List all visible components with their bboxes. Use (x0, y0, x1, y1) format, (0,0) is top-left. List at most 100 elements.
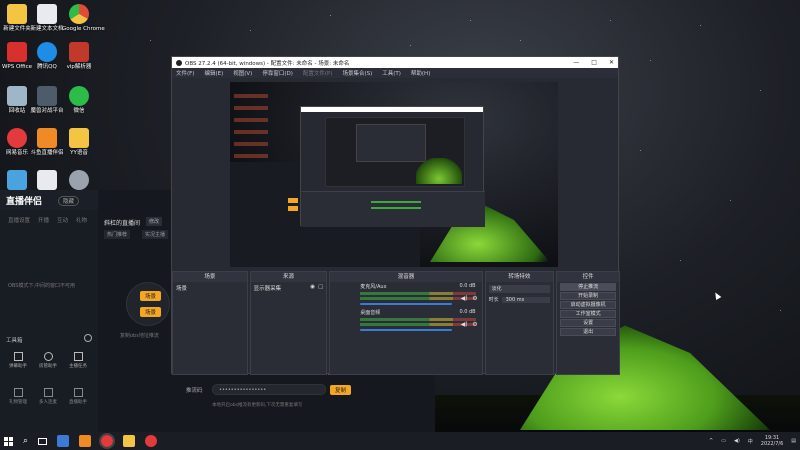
start-virtual-camera-button[interactable]: 启动虚拟摄像机 (560, 301, 616, 309)
duration-input[interactable]: 300 ms (501, 296, 551, 303)
toolbox-title: 工具箱 (6, 338, 23, 344)
taskbar-app-douyu[interactable] (79, 435, 92, 447)
taskbar-app-explorer[interactable] (57, 435, 70, 447)
eye-icon[interactable]: ◉ (310, 284, 315, 292)
taskbar-app-obs[interactable] (99, 433, 116, 449)
task-view-icon[interactable] (38, 437, 48, 445)
tool-gift-manage[interactable]: 礼物管理 (4, 388, 32, 405)
tool-manager[interactable]: 房管助手 (34, 352, 62, 369)
stream-key-hint: 本地开启obs推流有更新码,下次无需重复填写 (212, 403, 303, 408)
mixer-channel-name: 桌面音频 (360, 310, 381, 316)
desktop-icon-vip[interactable]: vip解析器 (62, 42, 96, 71)
network-icon[interactable]: ▭ (721, 438, 726, 444)
desktop-icon-yy[interactable]: YY语音 (62, 128, 96, 157)
taskbar-clock[interactable]: 19:31 2022/7/6 (761, 435, 783, 447)
desktop-icon-warcraft[interactable]: 魔兽对战平台 (30, 86, 64, 115)
start-recording-button[interactable]: 开始录制 (560, 292, 616, 300)
tool-barrage[interactable]: 弹幕助手 (4, 352, 32, 369)
tab-gifts[interactable]: 礼物 (76, 216, 87, 224)
desktop-icon-recycle[interactable]: 回收站 (0, 86, 34, 115)
tool-label: 房管助手 (39, 364, 57, 369)
desktop-icon-qq[interactable]: 腾讯QQ (30, 42, 64, 71)
menu-tools[interactable]: 工具(T) (382, 69, 401, 77)
tab-live-settings[interactable]: 直播设置 (8, 216, 30, 224)
desktop-icon-folder[interactable]: 新建文件夹 (0, 4, 34, 33)
desktop-icon-obs[interactable] (62, 170, 96, 192)
desktop-icon-cloud[interactable] (0, 170, 34, 192)
menu-profile[interactable]: 配置文件(P) (303, 69, 333, 77)
volume-meter (360, 318, 476, 321)
tool-multi-mic[interactable]: 多人连麦 (34, 388, 62, 405)
hide-pill[interactable]: 隐藏 (58, 196, 80, 206)
studio-mode-button[interactable]: 工作室模式 (560, 310, 616, 318)
minimize-button[interactable]: — (573, 59, 579, 66)
obs-mode-hint: OBS模式下,中间的窗口不可用 (8, 283, 76, 289)
desktop-icon-label: YY语音 (70, 150, 88, 156)
desktop-icon-textdoc[interactable]: 新建文本文档 (30, 4, 64, 33)
copy-button[interactable]: 复制 (330, 385, 352, 395)
source-item[interactable]: 显示器采集 ◉ ▢ (251, 282, 327, 294)
maximize-button[interactable]: □ (591, 59, 597, 66)
task-icon (73, 352, 83, 361)
tool-task[interactable]: 主播任务 (64, 352, 92, 369)
volume-slider[interactable] (360, 303, 452, 305)
menu-view[interactable]: 视图(V) (233, 69, 252, 77)
taskbar-app-yy[interactable] (123, 435, 136, 447)
tool-assistant[interactable]: 直播助手 (64, 388, 92, 405)
mixer-channel-desktop: 桌面音频 0.0 dB ◀) ⚙ (330, 308, 481, 334)
obs-preview-canvas[interactable] (230, 82, 558, 267)
folder-icon (7, 4, 27, 24)
desktop-icon-label: 腾讯QQ (37, 64, 57, 70)
menu-edit[interactable]: 编辑(E) (204, 69, 223, 77)
cloud-icon (7, 170, 27, 190)
search-icon[interactable]: ⌕ (23, 436, 28, 446)
tool-label: 直播助手 (69, 400, 87, 405)
taskbar-app-netease[interactable] (145, 435, 158, 447)
desktop-icon-label: 斗鱼直播伴侣 (30, 150, 64, 156)
scene-button-1[interactable]: 场景 (140, 291, 162, 301)
stop-streaming-button[interactable]: 停止推流 (560, 283, 616, 291)
desktop-icon-wps[interactable]: WPS Office (0, 42, 34, 71)
obs-app-icon (176, 59, 182, 66)
desktop-icon-label: Google Chrome (62, 26, 105, 32)
tab-interact[interactable]: 互动 (57, 216, 68, 224)
lock-icon[interactable]: ▢ (318, 284, 323, 292)
sources-dock: 来源 显示器采集 ◉ ▢ (249, 271, 328, 375)
exit-button[interactable]: 退出 (560, 328, 616, 336)
menu-file[interactable]: 文件(F) (176, 69, 194, 77)
yy-voice-icon (69, 128, 89, 148)
menu-scene-collection[interactable]: 场景集合(S) (342, 69, 372, 77)
volume-meter (360, 297, 476, 300)
start-button[interactable] (4, 436, 13, 446)
channel-title: 斜杠的直播间 (104, 220, 141, 227)
desktop-icon-label: vip解析器 (66, 64, 92, 70)
speaker-icon[interactable]: ◀) (461, 321, 468, 328)
menu-help[interactable]: 帮助(H) (411, 69, 430, 77)
close-button[interactable]: ✕ (609, 59, 614, 66)
tab-start[interactable]: 开播 (38, 216, 49, 224)
menu-docks[interactable]: 停靠窗口(D) (262, 69, 293, 77)
tag-1: 热门推荐 (104, 230, 131, 239)
settings-button[interactable]: 设置 (560, 319, 616, 327)
speaker-icon[interactable]: ◀) (461, 295, 468, 302)
desktop-icon-wechat[interactable]: 微信 (62, 86, 96, 115)
desktop-icon-douyu[interactable]: 斗鱼直播伴侣 (30, 128, 64, 157)
streamer-app-header: 直播伴侣 (0, 190, 98, 210)
volume-icon[interactable]: ◀) (734, 438, 740, 444)
toolbox-more-icon[interactable] (84, 334, 92, 342)
stream-key-field[interactable]: •••••••••••••••• (212, 384, 326, 395)
scene-button-2[interactable]: 场景 (140, 307, 162, 317)
ime-icon[interactable]: 中 (748, 438, 753, 445)
scene-item[interactable]: 场景 (173, 282, 247, 294)
desktop-icon-doc2[interactable] (30, 170, 64, 192)
volume-slider[interactable] (360, 329, 452, 331)
notification-icon[interactable]: ▤ (791, 438, 796, 444)
tray-chevron-icon[interactable]: ^ (709, 438, 713, 444)
desktop-icon-netease[interactable]: 网易音乐 (0, 128, 34, 157)
transition-select[interactable]: 淡化 (488, 285, 551, 293)
gear-icon[interactable]: ⚙ (472, 295, 477, 302)
channel-edit-button[interactable]: 修改 (146, 217, 163, 226)
warcraft-icon (37, 86, 57, 106)
desktop-icon-chrome[interactable]: Google Chrome (62, 4, 105, 33)
gear-icon[interactable]: ⚙ (472, 321, 477, 328)
